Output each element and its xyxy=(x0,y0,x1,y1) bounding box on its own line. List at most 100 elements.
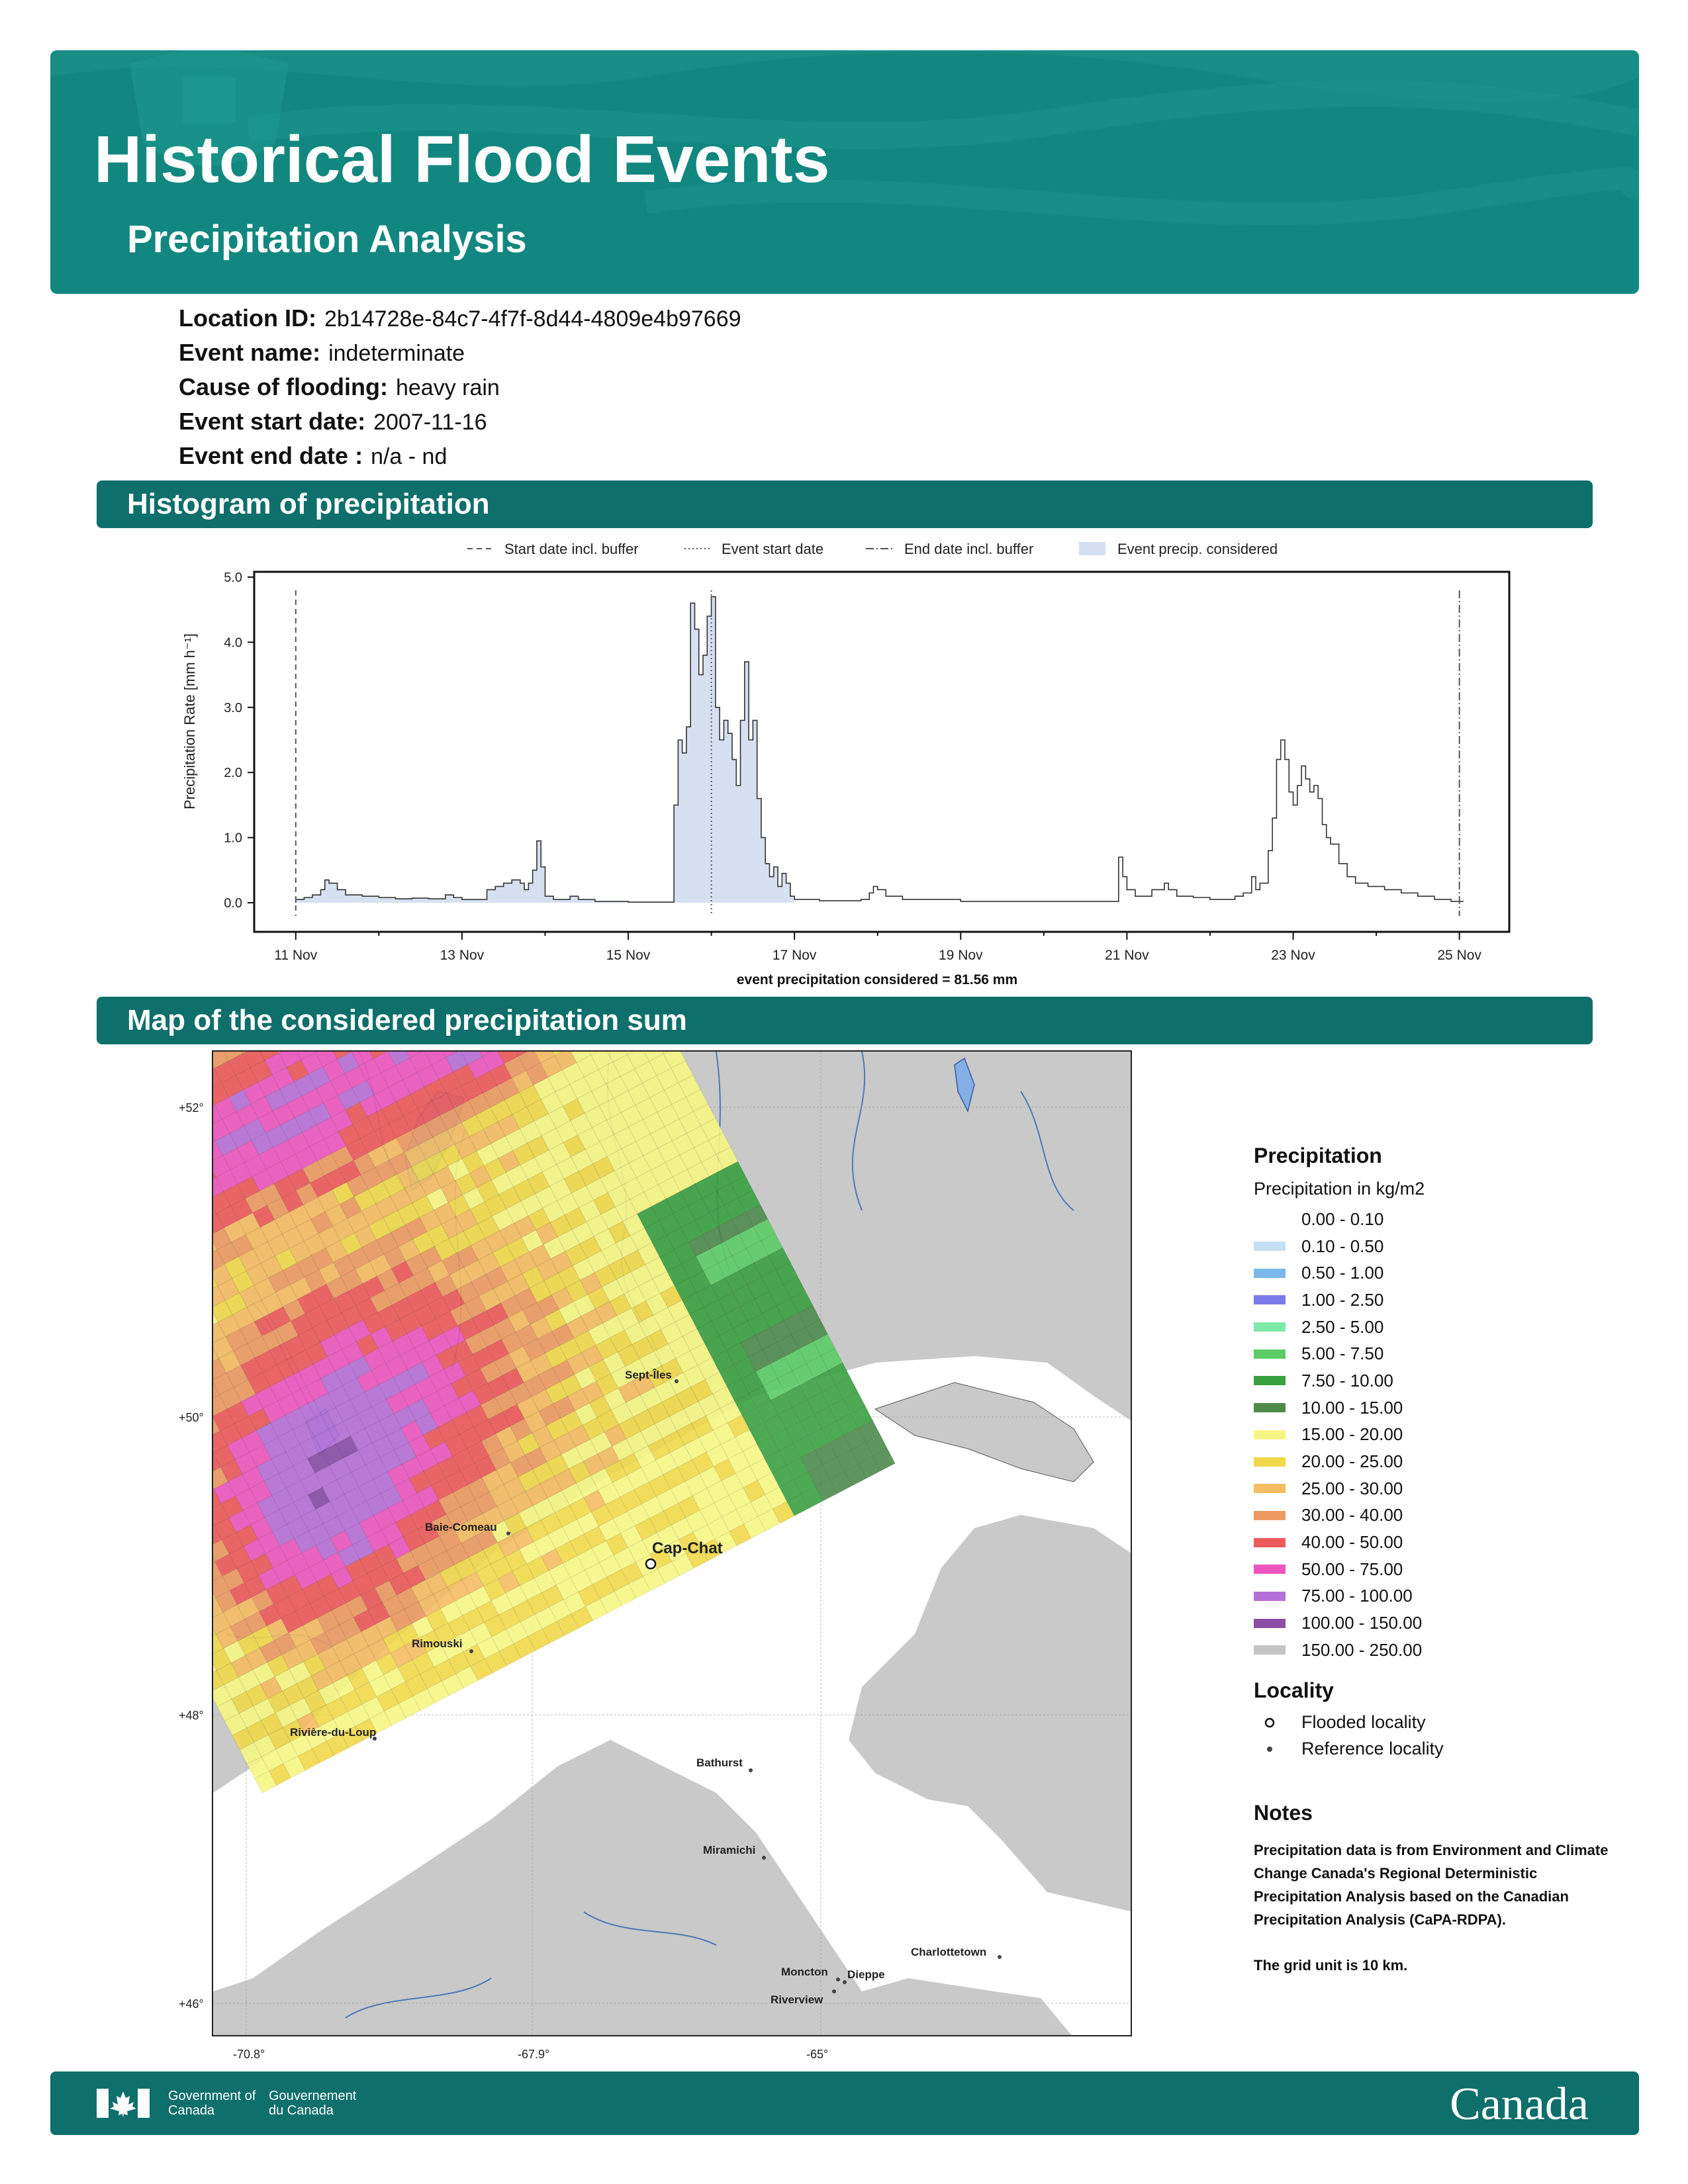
y-tick-label: 1.0 xyxy=(224,831,242,846)
legend-swatch xyxy=(1254,1403,1286,1413)
legend-swatch xyxy=(1254,1645,1286,1655)
legend-swatch xyxy=(1254,1618,1286,1628)
locality-riviere-du-loup: Rivière-du-Loup xyxy=(290,1726,376,1739)
y-tick-label: 5.0 xyxy=(224,570,242,585)
info-value: 2007-11-16 xyxy=(373,410,487,435)
x-tick-label: 21 Nov xyxy=(1105,948,1149,963)
legend-class-item: 2.50 - 5.00 xyxy=(1254,1314,1624,1341)
legend-subtitle: Precipitation in kg/m2 xyxy=(1254,1179,1425,1199)
legend-swatch xyxy=(1254,1430,1286,1439)
info-value: heavy rain xyxy=(395,375,500,400)
info-label: Cause of flooding: xyxy=(179,373,388,400)
legend-swatch xyxy=(1254,1295,1286,1305)
plot-frame xyxy=(253,570,1511,933)
legend-swatch xyxy=(1254,1322,1286,1332)
x-tick-label: 11 Nov xyxy=(274,948,317,963)
legend-class-item: 1.00 - 2.50 xyxy=(1254,1287,1624,1314)
legend-swatch xyxy=(1254,1537,1286,1547)
info-label: Event end date : xyxy=(179,442,363,469)
info-end-date: Event end date : n/a - nd xyxy=(179,442,741,477)
info-label: Location ID: xyxy=(179,304,316,332)
info-event-name: Event name: indeterminate xyxy=(179,339,741,373)
legend-considered: Event precip. considered xyxy=(1117,541,1278,557)
legend-class-item: 75.00 - 100.00 xyxy=(1254,1583,1624,1610)
info-cause: Cause of flooding: heavy rain xyxy=(179,373,741,408)
legend-swatch xyxy=(1254,1214,1286,1224)
lat-label: +48° xyxy=(179,1709,204,1722)
y-tick-label: 3.0 xyxy=(224,701,242,715)
legend-swatch xyxy=(1254,1591,1286,1601)
flooded-locality-marker xyxy=(645,1558,657,1570)
event-info: Location ID: 2b14728e-84c7-4f7f-8d44-480… xyxy=(179,304,741,477)
legend-swatch xyxy=(1254,1268,1286,1278)
legend-class-label: 1.00 - 2.50 xyxy=(1301,1289,1384,1310)
legend-title: Precipitation xyxy=(1254,1144,1382,1167)
page-subtitle: Precipitation Analysis xyxy=(127,218,527,261)
note-grid-unit: The grid unit is 10 km. xyxy=(1254,1956,1408,1974)
legend-class-item: 5.00 - 7.50 xyxy=(1254,1340,1624,1367)
legend-end-buffer: End date incl. buffer xyxy=(904,541,1033,557)
info-start-date: Event start date: 2007-11-16 xyxy=(179,408,741,442)
y-tick-label: 4.0 xyxy=(224,635,242,650)
legend-reference-locality: Reference locality xyxy=(1254,1736,1624,1762)
canada-flag-icon xyxy=(97,2089,150,2118)
reference-locality-marker xyxy=(843,1980,847,1984)
lon-label: -67.9° xyxy=(518,2048,550,2061)
legend-class-item: 15.00 - 20.00 xyxy=(1254,1422,1624,1449)
footer: Government of Canada Gouvernement du Can… xyxy=(50,2071,1639,2135)
legend-start-buffer: Start date incl. buffer xyxy=(504,541,639,557)
info-label: Event start date: xyxy=(179,408,366,435)
legend-swatch xyxy=(1254,1349,1286,1359)
flooded-locality-icon xyxy=(1264,1717,1275,1727)
y-axis-label: Precipitation Rate [mm h⁻¹] xyxy=(181,633,198,809)
x-tick-label: 23 Nov xyxy=(1271,948,1315,963)
header-banner: Historical Flood Events Precipitation An… xyxy=(50,50,1639,294)
legend-class-item: 25.00 - 30.00 xyxy=(1254,1475,1624,1502)
legend-class-item: 40.00 - 50.00 xyxy=(1254,1529,1624,1556)
reference-locality-marker xyxy=(998,1955,1002,1959)
legend-swatch xyxy=(1254,1457,1286,1467)
lat-label: +46° xyxy=(179,1997,204,2011)
legend-class-label: 50.00 - 75.00 xyxy=(1301,1559,1403,1579)
lat-label: +52° xyxy=(179,1101,204,1115)
map-legend: Precipitation Precipitation in kg/m2 0.0… xyxy=(1254,1144,1624,1977)
lon-label: -70.8° xyxy=(233,2048,265,2061)
precip-series-line xyxy=(295,596,1464,903)
legend-class-item: 20.00 - 25.00 xyxy=(1254,1448,1624,1475)
info-value: 2b14728e-84c7-4f7f-8d44-4809e4b97669 xyxy=(324,306,741,332)
legend-class-label: 0.10 - 0.50 xyxy=(1301,1236,1384,1256)
legend-class-label: 100.00 - 150.00 xyxy=(1301,1613,1423,1633)
legend-class-item: 0.00 - 0.10 xyxy=(1254,1206,1624,1233)
section-map-header: Map of the considered precipitation sum xyxy=(97,997,1593,1044)
canada-wordmark: Canada xyxy=(1450,2079,1589,2130)
reference-locality-marker xyxy=(675,1379,679,1383)
x-tick-label: 25 Nov xyxy=(1437,948,1481,963)
legend-flooded-locality: Flooded locality xyxy=(1254,1709,1624,1736)
legend-class-label: 15.00 - 20.00 xyxy=(1301,1424,1403,1445)
legend-swatch xyxy=(1254,1242,1286,1251)
locality-charlottetown: Charlottetown xyxy=(911,1946,986,1958)
reference-locality-marker xyxy=(836,1978,840,1981)
legend-class-label: 5.00 - 7.50 xyxy=(1301,1343,1384,1364)
legend-class-label: 25.00 - 30.00 xyxy=(1301,1478,1403,1498)
locality-moncton: Moncton xyxy=(781,1966,828,1978)
legend-event-start: Event start date xyxy=(722,541,823,557)
locality-dieppe: Dieppe xyxy=(847,1968,885,1981)
x-tick-label: 15 Nov xyxy=(606,948,651,963)
y-tick-label: 2.0 xyxy=(224,766,242,780)
info-value: indeterminate xyxy=(328,341,465,366)
x-tick-label: 19 Nov xyxy=(939,948,983,963)
legend-class-label: 2.50 - 5.00 xyxy=(1301,1316,1384,1337)
considered-precip-area xyxy=(295,596,795,903)
reference-locality-icon xyxy=(1267,1746,1272,1752)
gov-canada-fr: Gouvernement du Canada xyxy=(269,2089,357,2118)
locality-riverview: Riverview xyxy=(771,1993,823,2006)
legend-class-label: 150.00 - 250.00 xyxy=(1301,1639,1423,1660)
locality-bathurst: Bathurst xyxy=(696,1756,743,1769)
legend-class-item: 10.00 - 15.00 xyxy=(1254,1394,1624,1422)
legend-class-item: 0.50 - 1.00 xyxy=(1254,1259,1624,1287)
lat-label: +50° xyxy=(179,1411,204,1424)
legend-class-item: 7.50 - 10.00 xyxy=(1254,1367,1624,1394)
locality-baie-comeau: Baie-Comeau xyxy=(425,1521,497,1533)
page-title: Historical Flood Events xyxy=(94,122,830,197)
